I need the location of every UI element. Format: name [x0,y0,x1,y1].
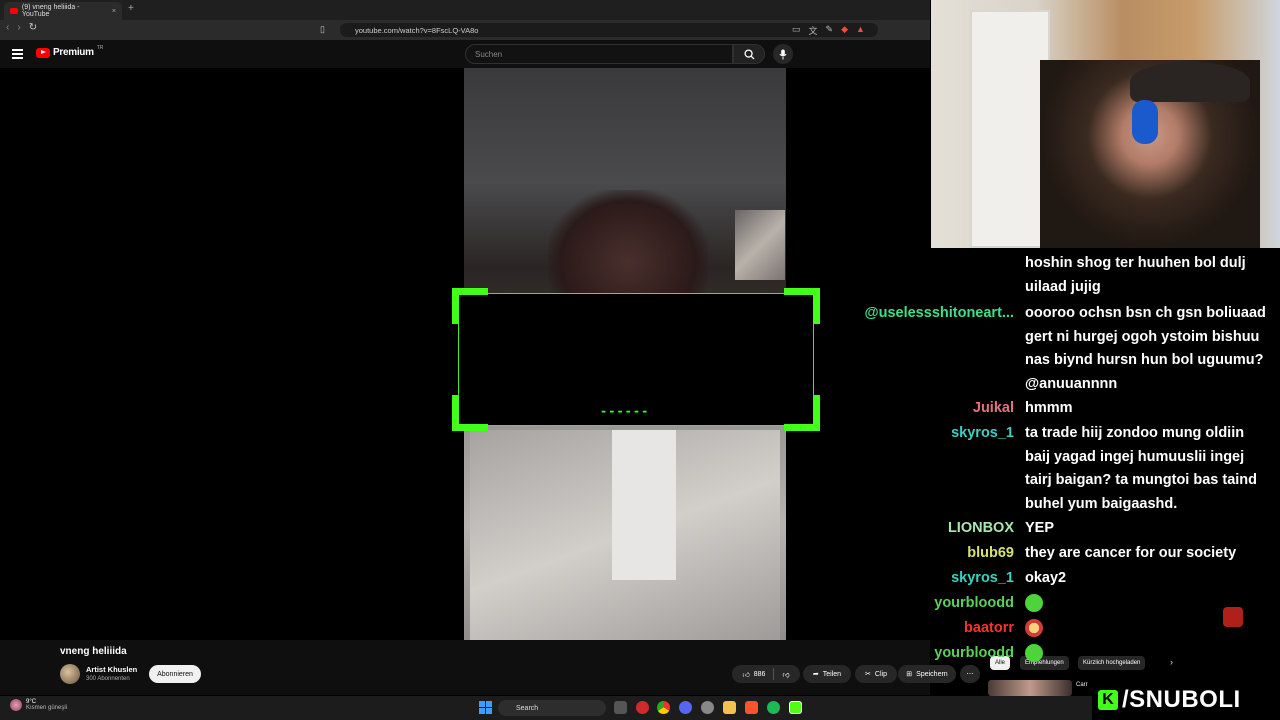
like-count[interactable]: 886 [754,671,766,678]
overlay-corner-bottom-left [452,395,488,431]
person-shirt [612,430,676,580]
share-label: Teilen [822,670,842,678]
chat-username: LIONBOX [947,520,1014,536]
share-icon: ➦ [812,671,819,678]
youtube-subscribe-icon [1223,607,1243,627]
subscribe-button[interactable]: Abonnieren [149,665,201,683]
discord-icon[interactable] [679,701,692,714]
search-button[interactable] [733,44,765,64]
browser-tab-bar [0,0,930,20]
like-icon[interactable]: 👍︎ [742,670,749,679]
bookmark-icon[interactable]: ▯ [320,24,325,35]
youtube-logo[interactable]: Premium TR [36,45,104,58]
edit-icon[interactable]: ✎ [826,24,834,37]
chat-username: skyros_1 [951,570,1014,586]
green-blob-emote [1025,594,1043,613]
overlay-corner-top-right [784,288,820,324]
folder-icon[interactable] [723,701,736,714]
nav-buttons: ‹ › ↻ [6,22,37,33]
menu-icon[interactable] [12,49,23,59]
cast-icon[interactable]: ▭ [792,24,801,37]
related-video-thumbnail[interactable] [988,680,1072,696]
headset [1132,100,1158,144]
chrome-icon[interactable] [657,701,670,714]
chat-text: hoshin shog ter huuhen bol dulj uilaad j… [1025,255,1246,295]
person-hair [548,190,708,310]
chat-text: YEP [1025,520,1055,536]
channel-avatar[interactable] [60,664,80,684]
weather-desc: Kısmen güneşli [26,705,68,711]
dislike-icon[interactable]: 👎︎ [782,670,789,679]
kick-icon[interactable] [789,701,802,714]
chat-text [1025,642,1273,666]
task-view-icon[interactable] [614,701,627,714]
overlay-corner-bottom-right [784,395,820,431]
channel-name[interactable]: Artist Khuslen [86,665,137,674]
taskbar-search[interactable]: Search [498,700,606,716]
tab-title: (9) vneng heliiida - YouTube [21,4,80,18]
webcam-door [970,10,1050,248]
search-input[interactable]: Suchen [465,44,733,64]
like-dislike-group: 👍︎ 886 👎︎ [732,665,800,683]
related-video-title[interactable]: Carr [1076,682,1088,688]
overlay-corner-top-left [452,288,488,324]
subscriber-count: 300 Abonnenten [86,676,130,682]
streamer-name: /SNUBOLI [1122,686,1241,713]
extension-icons: ▭ 文 ✎ ◆ ▲ [792,24,865,37]
warning-icon[interactable]: ▲ [856,24,865,37]
weather-widget[interactable]: 9°C Kısmen güneşli [10,699,67,711]
like-divider [773,668,775,680]
video-title: vneng heliiida [60,646,127,657]
chat-overlay: hoshin shog ter huuhen bol dulj uilaad j… [860,252,1280,672]
chat-text: they are cancer for our society [1025,545,1237,561]
forward-icon[interactable]: › [17,22,20,33]
youtube-favicon-icon [10,8,18,14]
chat-username: baatorr [964,620,1014,636]
back-icon[interactable]: ‹ [6,22,9,33]
weather-icon [10,699,22,711]
chat-text: ta trade hiij zondoo mung oldiin baij ya… [1025,425,1258,512]
kick-logo-icon: K [1098,690,1118,710]
chat-username: Juikal [972,400,1014,416]
chat-username: skyros_1 [951,425,1014,441]
region-code: TR [96,45,104,51]
spotify-icon[interactable] [767,701,780,714]
share-button[interactable]: ➦ Teilen [803,665,851,683]
tab-close-icon[interactable]: × [112,8,116,15]
browser-tab[interactable]: (9) vneng heliiida - YouTube × [4,2,122,20]
settings-icon[interactable] [701,701,714,714]
brave-icon[interactable] [745,701,758,714]
reload-icon[interactable]: ↻ [29,22,37,33]
opera-icon[interactable] [636,701,649,714]
windows-start-icon[interactable] [479,701,492,714]
chat-text: okay2 [1025,570,1067,586]
mic-icon [779,49,787,59]
new-tab-button[interactable]: + [128,3,134,14]
voice-search-button[interactable] [773,44,793,64]
streamer-cap [1130,62,1250,102]
chat-text: oooroo ochsn bsn ch gsn boliuaad gert ni… [1025,305,1266,392]
chat-text: hmmm [1025,400,1073,416]
overlay-dashes: ------ [600,404,650,418]
logo-text: Premium [53,47,94,58]
red-face-emote [1025,619,1043,638]
chat-username: yourbloodd [934,595,1014,611]
chat-username: blub69 [967,545,1014,561]
car-window [735,210,785,280]
chat-username: yourbloodd [934,645,1014,661]
chat-username: @uselessshitoneart... [864,305,1014,321]
youtube-play-icon [36,47,50,58]
green-blob-emote [1025,644,1043,663]
brave-shield-icon[interactable]: ◆ [841,24,848,37]
translate-icon[interactable]: 文 [809,24,818,37]
streamer-watermark: K /SNUBOLI [1092,684,1280,716]
search-icon [743,48,755,60]
